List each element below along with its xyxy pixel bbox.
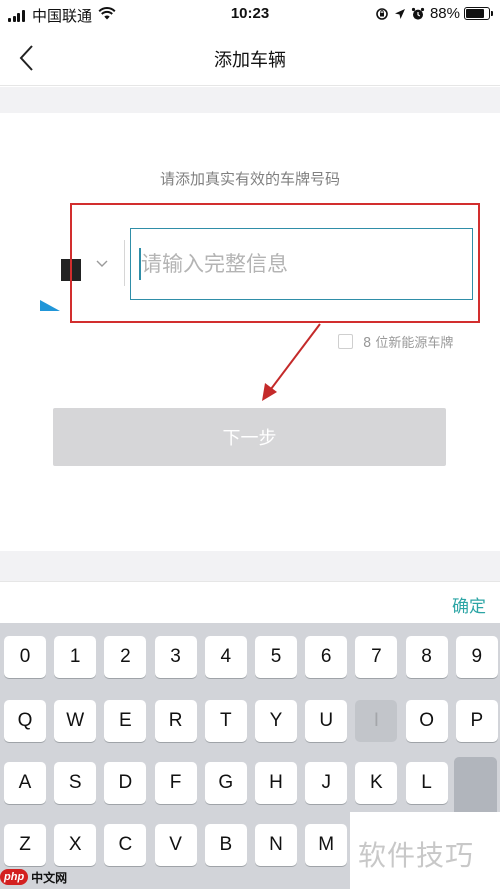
key-h[interactable]: H	[255, 762, 297, 804]
annotation-highlight-box	[70, 203, 480, 323]
key-4[interactable]: 4	[204, 636, 247, 678]
site-logo: php 中文网	[0, 866, 67, 888]
key-a[interactable]: A	[4, 762, 46, 804]
new-energy-label: 8 位新能源车牌	[363, 336, 454, 351]
key-9[interactable]: 9	[455, 636, 498, 678]
key-u[interactable]: U	[305, 700, 348, 742]
key-t[interactable]: T	[204, 700, 247, 742]
key-j[interactable]: J	[305, 762, 348, 804]
key-0[interactable]: 0	[4, 636, 46, 678]
new-energy-option[interactable]: 8 位新能源车牌	[338, 332, 453, 351]
key-b[interactable]: B	[204, 824, 247, 866]
key-k[interactable]: K	[355, 762, 398, 804]
key-z[interactable]: Z	[4, 824, 46, 866]
key-l[interactable]: L	[405, 762, 448, 804]
key-g[interactable]: G	[204, 762, 247, 804]
key-5[interactable]: 5	[255, 636, 297, 678]
section-divider	[0, 87, 500, 113]
key-f[interactable]: F	[154, 762, 197, 804]
key-2[interactable]: 2	[104, 636, 147, 678]
key-8[interactable]: 8	[405, 636, 448, 678]
key-q[interactable]: Q	[4, 700, 46, 742]
key-v[interactable]: V	[154, 824, 197, 866]
logo-badge: php	[0, 869, 29, 885]
logo-text: 中文网	[31, 870, 68, 885]
plate-hint: 请添加真实有效的车牌号码	[159, 170, 340, 188]
key-y[interactable]: Y	[255, 700, 297, 742]
watermark: 软件技巧	[350, 812, 500, 889]
key-1[interactable]: 1	[54, 636, 97, 678]
key-i: I	[355, 700, 398, 742]
key-r[interactable]: R	[154, 700, 197, 742]
confirm-button[interactable]: 确定	[452, 592, 486, 617]
keyboard-divider	[0, 551, 500, 581]
status-bar: 中国联通 10:23 88%	[0, 0, 500, 30]
status-right: 88%	[375, 5, 493, 22]
location-icon	[394, 8, 406, 20]
key-3[interactable]: 3	[154, 636, 197, 678]
key-o[interactable]: O	[405, 700, 448, 742]
key-w[interactable]: W	[54, 700, 97, 742]
battery-icon	[464, 7, 493, 20]
nav-bar: 添加车辆	[0, 30, 500, 86]
key-6[interactable]: 6	[305, 636, 348, 678]
corner-indicator	[40, 300, 60, 311]
new-energy-checkbox[interactable]	[338, 334, 353, 349]
key-n[interactable]: N	[255, 824, 297, 866]
key-x[interactable]: X	[54, 824, 97, 866]
key-7[interactable]: 7	[355, 636, 398, 678]
keyboard-toolbar: 确定	[0, 581, 500, 623]
battery-percent: 88%	[429, 5, 460, 22]
orientation-lock-icon	[375, 7, 389, 21]
page-title: 添加车辆	[214, 50, 286, 71]
key-m[interactable]: M	[305, 824, 348, 866]
watermark-text: 软件技巧	[358, 839, 475, 872]
key-p[interactable]: P	[455, 700, 498, 742]
key-s[interactable]: S	[54, 762, 97, 804]
key-c[interactable]: C	[104, 824, 147, 866]
alarm-icon	[411, 7, 425, 21]
next-step-button[interactable]: 下一步	[53, 408, 446, 466]
key-e[interactable]: E	[104, 700, 147, 742]
key-d[interactable]: D	[104, 762, 147, 804]
